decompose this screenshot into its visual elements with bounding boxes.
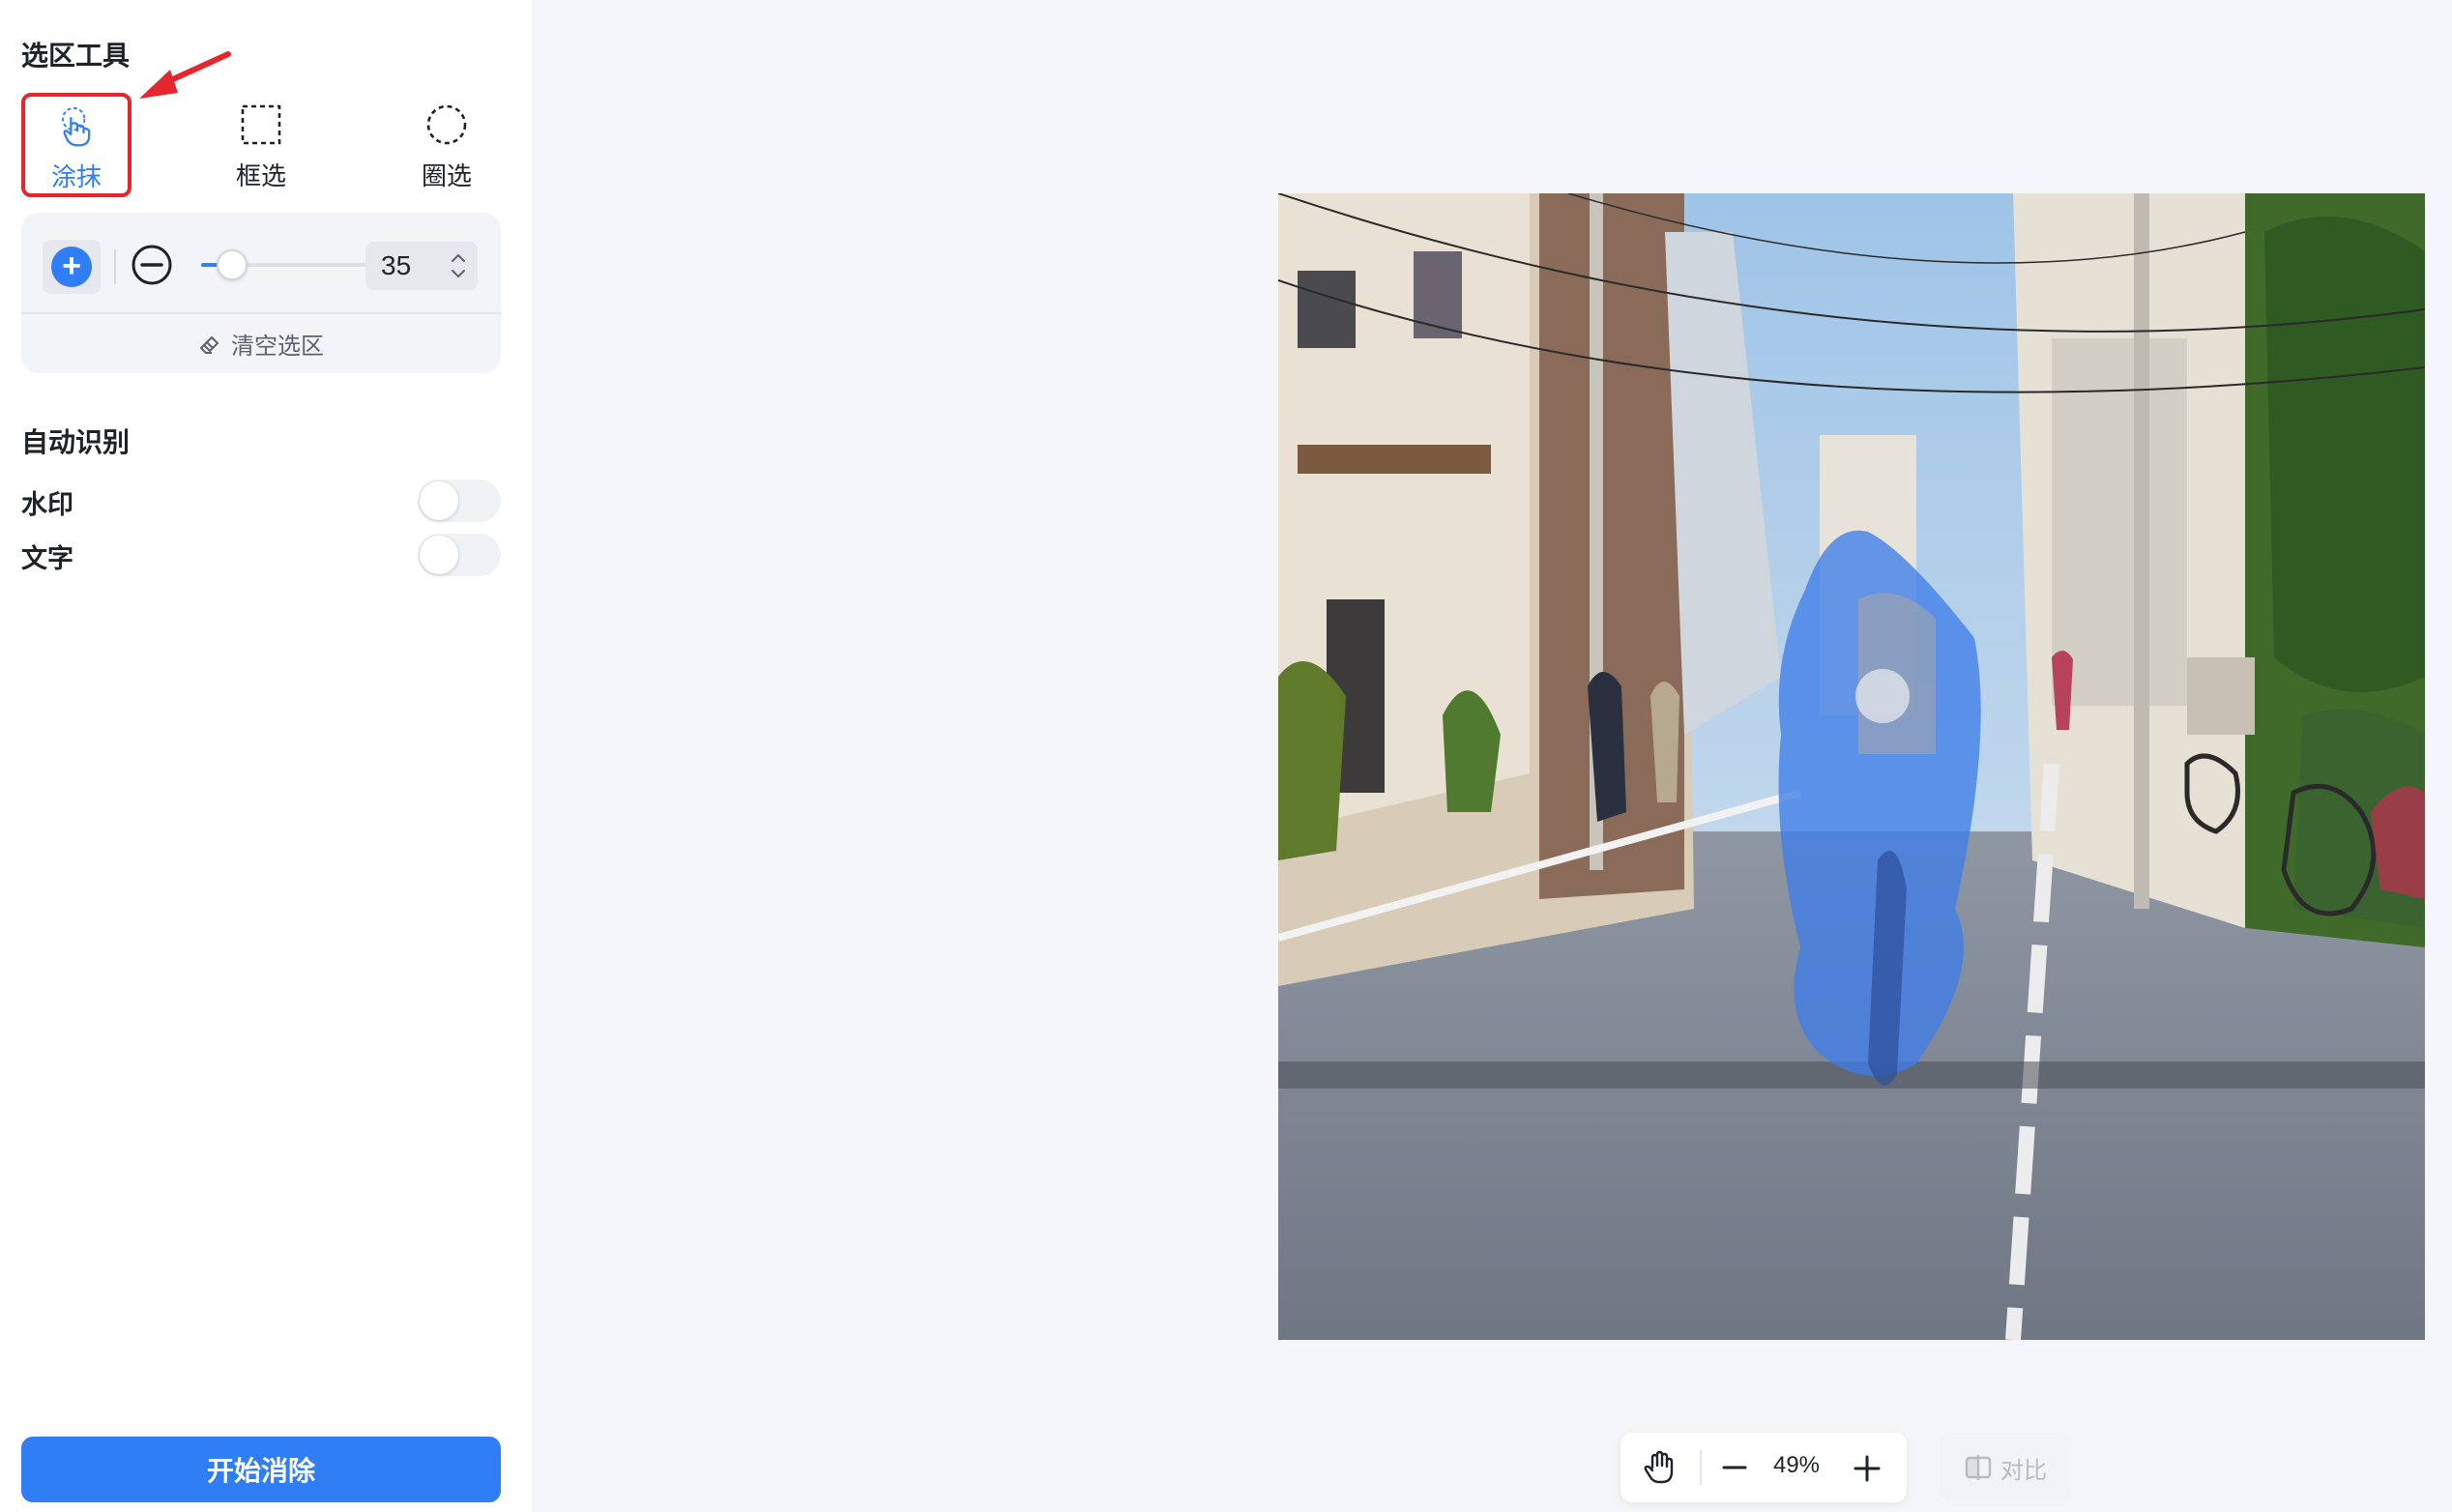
zoom-in-icon[interactable] [1853,1454,1882,1483]
toggle-knob [420,481,458,520]
brush-size-slider-thumb[interactable] [216,249,248,280]
divider [114,249,116,284]
watermark-toggle[interactable] [418,480,501,522]
plus-circle-icon: + [51,247,92,287]
dashed-circle-icon [426,104,467,145]
zoom-toolbar: 49% [1620,1433,1907,1502]
tool-lasso-button[interactable]: 圈选 [392,93,502,197]
stepper-icon[interactable] [449,249,468,282]
tool-lasso-label: 圈选 [421,162,472,191]
brush-add-mode-button[interactable]: + [43,240,101,294]
tool-smear-label: 涂抹 [50,163,102,192]
brush-size-value: 35 [381,250,412,280]
auto-detect-title: 自动识别 [21,426,131,458]
finger-tap-icon [62,106,91,147]
auto-detect-text-row: 文字 [21,534,501,576]
hand-pan-icon[interactable] [1642,1450,1677,1485]
street-photo-image [1278,193,2425,1340]
sidebar: 选区工具 涂抹 框选 圈选 + 35 清空选区 自动识别 水印 文字 开始消除 [0,0,532,1512]
toggle-knob [420,536,458,574]
eraser-icon [200,335,219,354]
edit-canvas-photo[interactable] [1278,193,2425,1340]
minus-circle-icon[interactable] [130,243,174,287]
selection-tools-title: 选区工具 [21,40,131,72]
clear-selection-button[interactable]: 清空选区 [21,314,501,373]
tool-smear-button[interactable]: 涂抹 [21,93,131,197]
start-erase-button[interactable]: 开始消除 [21,1437,501,1502]
compare-button[interactable]: 对比 [1940,1433,2071,1502]
compare-split-icon [1965,1455,1992,1480]
clear-selection-label: 清空选区 [231,333,324,360]
watermark-label: 水印 [21,490,73,520]
brush-size-input[interactable]: 35 [365,242,478,290]
zoom-level: 49% [1772,1452,1821,1478]
brush-size-slider[interactable] [201,249,371,280]
divider [1700,1450,1702,1485]
zoom-out-icon[interactable] [1721,1454,1748,1481]
auto-detect-watermark-row: 水印 [21,480,501,522]
compare-label: 对比 [2000,1456,2047,1484]
text-toggle[interactable] [418,534,501,576]
dashed-rectangle-icon [241,104,281,145]
tool-box-select-button[interactable]: 框选 [206,93,316,197]
brush-panel: + 35 清空选区 [21,213,501,373]
text-label: 文字 [21,544,73,574]
tool-box-select-label: 框选 [235,162,286,191]
